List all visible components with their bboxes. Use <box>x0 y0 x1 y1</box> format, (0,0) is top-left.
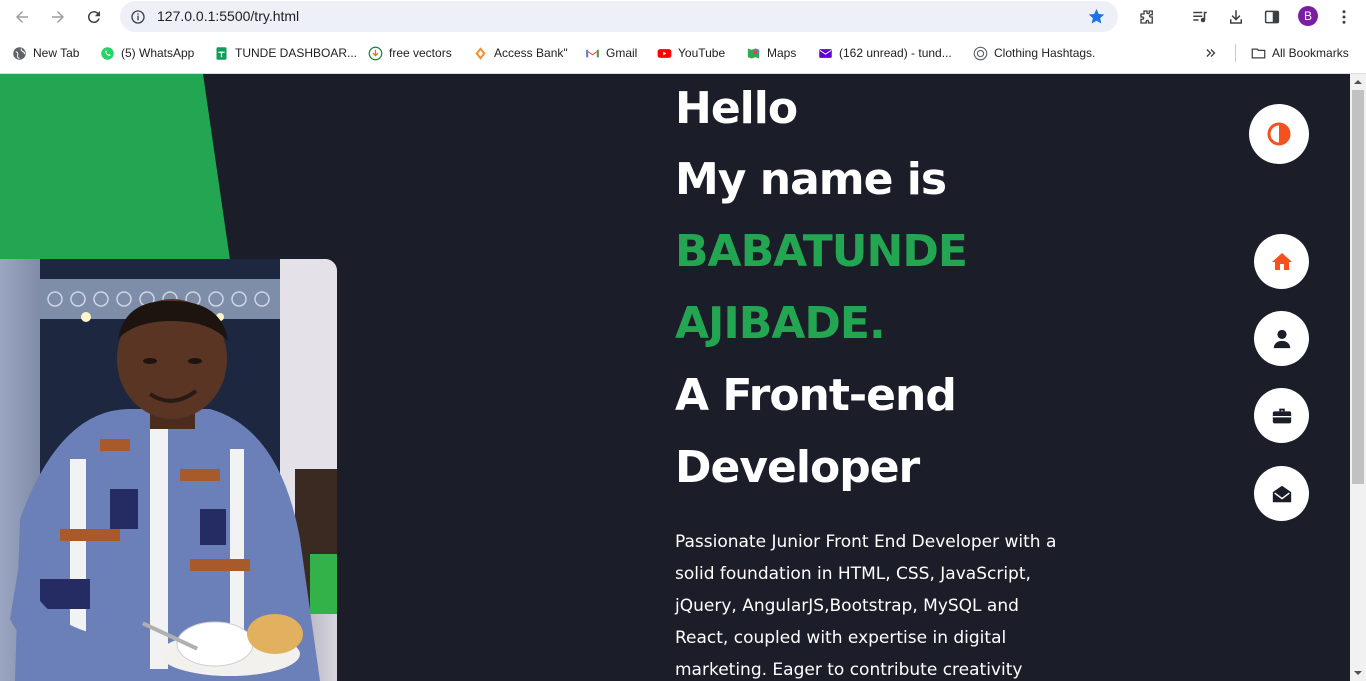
bookmark-new-tab[interactable]: New Tab <box>12 43 79 63</box>
nav-portfolio-button[interactable] <box>1254 388 1309 443</box>
bookmark-access-bank[interactable]: Access Bank" <box>473 43 568 63</box>
download-icon <box>1230 10 1242 24</box>
profile-avatar[interactable]: B <box>1298 6 1318 26</box>
bookmark-yahoo-mail[interactable]: (162 unread) - tund... <box>818 43 952 63</box>
bookmark-tunde-dashboard[interactable]: TUNDE DASHBOAR... <box>214 43 357 63</box>
reload-button[interactable] <box>81 4 107 30</box>
theme-toggle-button[interactable] <box>1249 104 1309 164</box>
side-panel-button[interactable] <box>1259 4 1285 30</box>
scroll-up-arrow-icon[interactable] <box>1354 78 1362 86</box>
bookmarks-separator <box>1235 44 1236 62</box>
hero-greeting: Hello <box>675 83 798 134</box>
scrollbar-thumb[interactable] <box>1352 90 1364 484</box>
more-vert-icon <box>1342 10 1346 24</box>
page-scrollbar[interactable] <box>1350 74 1366 681</box>
arrow-right-icon <box>52 11 64 23</box>
browser-toolbar: 127.0.0.1:5500/try.html B <box>0 0 1366 34</box>
url-text[interactable]: 127.0.0.1:5500/try.html <box>157 8 299 24</box>
youtube-icon <box>657 46 672 61</box>
bookmarks-bar: New Tab (5) WhatsApp TUNDE DASHBOAR... f… <box>0 38 1366 68</box>
arrow-left-icon <box>16 11 28 23</box>
playlist-icon <box>1193 11 1207 23</box>
gmail-icon <box>585 46 600 61</box>
hero-bio: Passionate Junior Front End Developer wi… <box>675 532 1057 680</box>
bookmark-free-vectors[interactable]: free vectors <box>368 43 452 63</box>
nav-contact-button[interactable] <box>1254 466 1309 521</box>
hashtag-site-icon <box>973 46 988 61</box>
folder-icon <box>1251 46 1266 61</box>
more-bookmarks-button[interactable] <box>1203 43 1224 63</box>
bookmark-gmail[interactable]: Gmail <box>585 43 637 63</box>
nav-home-button[interactable] <box>1254 234 1309 289</box>
reload-icon <box>87 11 100 24</box>
hero-role-line1: A Front-end <box>675 370 957 421</box>
briefcase-icon <box>1272 408 1291 423</box>
home-icon <box>1271 252 1292 270</box>
globe-icon <box>12 46 27 61</box>
media-control-button[interactable] <box>1187 4 1213 30</box>
portfolio-page: Hello My name is BABATUNDE AJIBADE. A Fr… <box>0 74 1350 681</box>
double-chevron-right-icon <box>1203 46 1218 61</box>
bookmark-clothing-hashtags[interactable]: Clothing Hashtags. <box>973 43 1095 63</box>
green-accent-shape <box>0 74 232 274</box>
contrast-icon <box>1267 122 1291 146</box>
bookmark-whatsapp[interactable]: (5) WhatsApp <box>100 43 194 63</box>
site-info-icon[interactable] <box>128 7 147 26</box>
nav-about-button[interactable] <box>1254 311 1309 366</box>
whatsapp-icon <box>100 46 115 61</box>
hero-name-last: AJIBADE. <box>675 298 886 349</box>
scroll-down-arrow-icon[interactable] <box>1354 669 1362 677</box>
bookmark-youtube[interactable]: YouTube <box>657 43 725 63</box>
address-bar[interactable]: 127.0.0.1:5500/try.html <box>120 1 1118 32</box>
hero-name-first: BABATUNDE <box>675 226 968 277</box>
bookmark-maps[interactable]: Maps <box>746 43 796 63</box>
hero-text: Hello My name is BABATUNDE AJIBADE. A Fr… <box>675 74 1095 681</box>
hero-role-line2: Developer <box>675 442 920 493</box>
back-button[interactable] <box>9 4 35 30</box>
downloads-button[interactable] <box>1223 4 1249 30</box>
bookmark-star-icon[interactable] <box>1087 7 1106 26</box>
forward-button[interactable] <box>45 4 71 30</box>
browser-menu-button[interactable] <box>1331 4 1357 30</box>
browser-chrome: 127.0.0.1:5500/try.html B New Tab (5) Wh… <box>0 0 1366 74</box>
envelope-open-icon <box>1272 485 1291 502</box>
side-panel-icon <box>1264 10 1280 24</box>
puzzle-icon <box>1140 10 1153 24</box>
yahoo-mail-icon <box>818 46 833 61</box>
access-bank-icon <box>473 46 488 61</box>
hero-intro: My name is <box>675 154 947 205</box>
maps-icon <box>746 46 761 61</box>
extensions-button[interactable] <box>1134 4 1160 30</box>
profile-photo <box>0 259 337 681</box>
all-bookmarks-button[interactable]: All Bookmarks <box>1251 43 1349 63</box>
sheets-icon <box>214 46 229 61</box>
download-circle-icon <box>368 46 383 61</box>
user-icon <box>1273 329 1290 348</box>
